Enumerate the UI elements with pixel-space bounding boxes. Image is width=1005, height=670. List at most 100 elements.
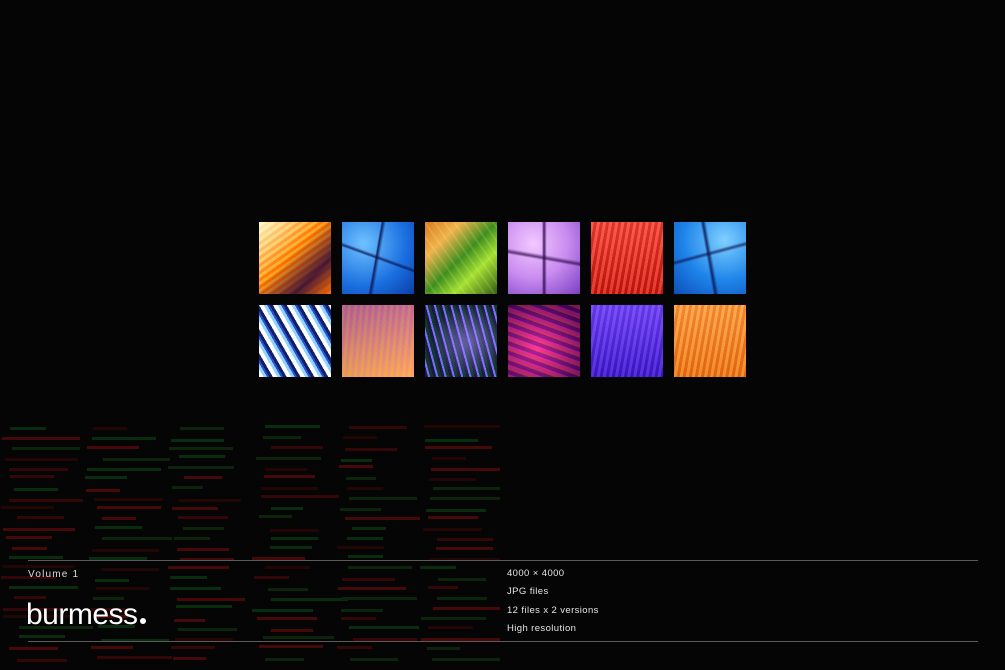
glitch-strip — [271, 446, 323, 450]
glitch-strip — [170, 645, 215, 649]
glitch-strip — [258, 515, 292, 519]
glitch-strip — [92, 437, 156, 441]
spec-quality: High resolution — [507, 622, 577, 634]
glitch-strip — [86, 445, 140, 449]
glitch-strip — [344, 448, 398, 452]
thumbnail-red-ribbed[interactable] — [591, 222, 663, 294]
glitch-strip — [420, 617, 486, 621]
spec-list: 4000 × 4000 JPG files 12 files x 2 versi… — [507, 568, 599, 641]
glitch-strip — [94, 578, 129, 582]
glitch-strip — [341, 616, 376, 620]
glitch-strip — [269, 528, 319, 532]
glitch-strip — [339, 465, 374, 469]
brand-logo: burmess — [26, 600, 146, 630]
glitch-strip — [173, 537, 211, 541]
glitch-strip — [349, 425, 408, 429]
glitch-strip — [9, 498, 84, 502]
glitch-strip — [271, 628, 313, 632]
glitch-strip — [264, 657, 305, 661]
glitch-strip — [179, 455, 226, 459]
spec-count: 12 files x 2 versions — [507, 604, 599, 616]
glitch-strip — [427, 586, 458, 590]
glitch-strip — [428, 515, 478, 519]
glitch-strip — [171, 486, 204, 490]
glitch-strip — [423, 425, 500, 429]
glitch-strip — [183, 475, 223, 479]
thumbnail-lilac-inflated[interactable] — [508, 222, 580, 294]
glitch-strip — [349, 496, 417, 500]
glitch-strip — [264, 566, 310, 570]
glitch-strip — [101, 517, 137, 521]
glitch-strip — [347, 537, 384, 541]
glitch-strip — [102, 458, 170, 462]
glitch-strip — [92, 427, 127, 431]
glitch-strip — [430, 468, 500, 472]
glitch-strip — [352, 526, 387, 530]
glitch-strip — [350, 658, 398, 662]
glitch-strip — [271, 507, 303, 511]
glitch-strip — [437, 577, 486, 581]
glitch-strip — [94, 526, 142, 530]
thumbnail-dark-violet-waves[interactable] — [425, 305, 497, 377]
thumbnail-green-orange-twist[interactable] — [425, 222, 497, 294]
glitch-strip — [260, 486, 318, 490]
glitch-strip — [9, 475, 54, 479]
spec-format: JPG files — [507, 586, 549, 598]
glitch-strip — [348, 555, 383, 559]
glitch-strip — [265, 425, 321, 429]
glitch-strip — [420, 565, 457, 569]
glitch-strip — [14, 487, 58, 491]
glitch-strip — [182, 526, 225, 530]
glitch-strip — [345, 476, 376, 480]
glitch-strip — [102, 537, 172, 541]
logo-dot-icon — [139, 618, 146, 624]
glitch-strip — [9, 555, 64, 559]
thumbnail-orange-yellow-ribbed[interactable] — [259, 222, 331, 294]
thumbnail-orange-ribbed[interactable] — [674, 305, 746, 377]
glitch-strip — [172, 507, 218, 511]
glitch-strip — [173, 618, 205, 622]
glitch-strip — [18, 635, 65, 638]
glitch-strip — [425, 445, 493, 449]
glitch-strip — [436, 547, 494, 551]
thumbnail-purple-ribbed[interactable] — [591, 305, 663, 377]
glitch-strip — [271, 537, 318, 541]
thumbnail-pink-orange-ribbed[interactable] — [342, 305, 414, 377]
glitch-strip — [171, 438, 224, 442]
glitch-strip — [5, 458, 79, 462]
glitch-strip — [265, 468, 307, 472]
glitch-strip — [342, 578, 396, 582]
thumbnail-blue-inflated[interactable] — [342, 222, 414, 294]
glitch-strip — [343, 436, 377, 440]
glitch-strip — [263, 636, 334, 640]
glitch-strip — [346, 486, 383, 490]
divider-top — [28, 560, 978, 561]
glitch-strip — [168, 465, 234, 469]
glitch-strip — [271, 598, 348, 602]
glitch-strip — [2, 436, 81, 440]
glitch-strip — [422, 527, 483, 531]
glitch-strip — [85, 488, 120, 492]
glitch-strip — [16, 515, 64, 519]
glitch-strip — [96, 586, 150, 590]
glitch-strip — [12, 546, 47, 550]
glitch-strip — [86, 468, 162, 472]
glitch-strip — [16, 658, 67, 662]
thumbnail-grid — [258, 221, 748, 381]
glitch-strip — [426, 647, 461, 651]
glitch-strip — [436, 537, 493, 541]
glitch-strip — [168, 566, 230, 570]
divider-bottom — [28, 641, 978, 642]
glitch-strip — [437, 596, 487, 600]
glitch-strip — [252, 608, 314, 612]
thumbnail-magenta-glitch[interactable] — [508, 305, 580, 377]
thumbnail-white-blue-glitch[interactable] — [259, 305, 331, 377]
glitch-strip — [176, 597, 245, 601]
glitch-strip — [9, 427, 46, 431]
glitch-strip — [258, 645, 324, 649]
glitch-strip — [9, 646, 59, 650]
glitch-strip — [91, 548, 160, 552]
glitch-strip — [340, 608, 383, 612]
thumbnail-blue-inflated-2[interactable] — [674, 222, 746, 294]
glitch-strip — [426, 508, 487, 512]
